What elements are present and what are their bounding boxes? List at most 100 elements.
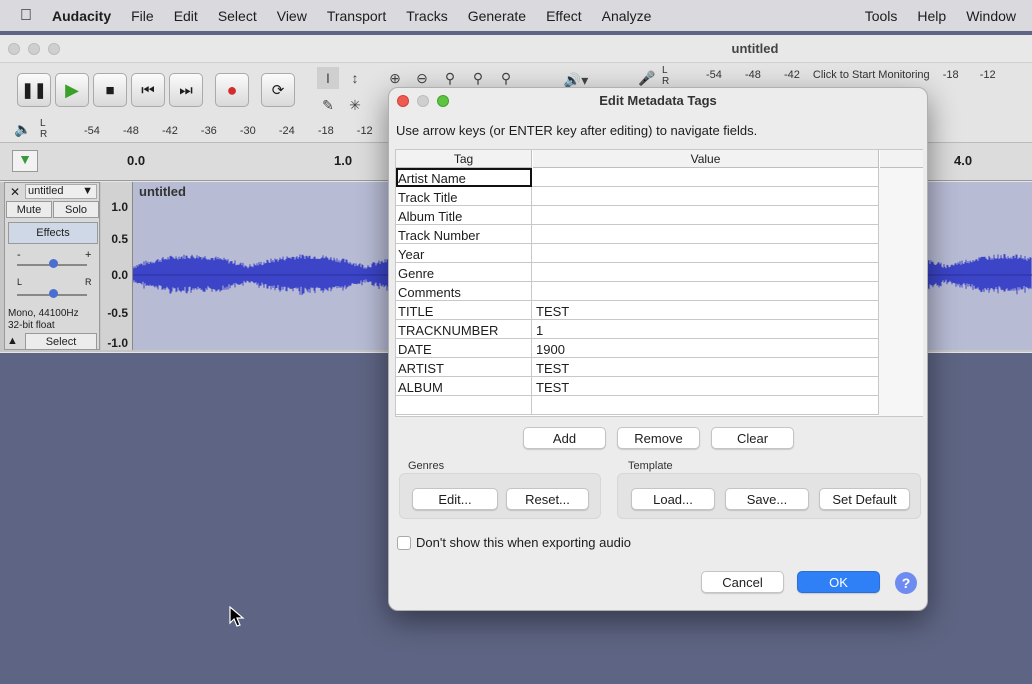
template-load-button[interactable]: Load... bbox=[631, 488, 715, 510]
collapse-track-icon[interactable]: ▲ bbox=[7, 335, 18, 347]
zoom-out-icon[interactable]: ⊖ bbox=[411, 67, 433, 89]
value-cell[interactable] bbox=[533, 244, 879, 263]
table-row[interactable]: Comments bbox=[396, 282, 879, 301]
playback-meter-scale[interactable]: -54 -48 -42 -36 -30 -24 -18 -12 bbox=[84, 125, 373, 137]
tag-cell[interactable]: ARTIST bbox=[396, 358, 532, 377]
value-cell[interactable]: 1900 bbox=[533, 339, 879, 358]
zoom-toggle-icon[interactable]: ⚲ bbox=[495, 67, 517, 89]
table-row[interactable]: TRACKNUMBER 1 bbox=[396, 320, 879, 339]
tag-cell[interactable]: DATE bbox=[396, 339, 532, 358]
draw-tool-icon[interactable]: ✎ bbox=[317, 94, 339, 116]
tag-cell[interactable]: Album Title bbox=[396, 206, 532, 225]
mute-button[interactable]: Mute bbox=[6, 201, 52, 218]
tag-column-header[interactable]: Tag bbox=[396, 150, 532, 168]
skip-end-button[interactable]: ⏭ bbox=[169, 73, 203, 107]
pause-button[interactable]: ❚❚ bbox=[17, 73, 51, 107]
value-cell[interactable] bbox=[533, 263, 879, 282]
ok-button[interactable]: OK bbox=[797, 571, 880, 593]
stop-button[interactable]: ■ bbox=[93, 73, 127, 107]
selection-tool-icon[interactable]: I bbox=[317, 67, 339, 89]
menu-file[interactable]: File bbox=[121, 8, 164, 24]
value-cell[interactable] bbox=[533, 187, 879, 206]
table-row[interactable]: TITLE TEST bbox=[396, 301, 879, 320]
menu-edit[interactable]: Edit bbox=[164, 8, 208, 24]
tag-cell[interactable]: Comments bbox=[396, 282, 532, 301]
close-track-icon[interactable]: ✕ bbox=[7, 185, 23, 199]
tag-cell[interactable]: Year bbox=[396, 244, 532, 263]
tag-cell[interactable]: Track Number bbox=[396, 225, 532, 244]
value-cell[interactable] bbox=[533, 282, 879, 301]
table-row[interactable]: Track Number bbox=[396, 225, 879, 244]
tag-cell[interactable]: TITLE bbox=[396, 301, 532, 320]
envelope-tool-icon[interactable]: ↕ bbox=[344, 67, 366, 89]
cancel-button[interactable]: Cancel bbox=[701, 571, 784, 593]
menu-select[interactable]: Select bbox=[208, 8, 267, 24]
value-cell[interactable]: TEST bbox=[533, 301, 879, 320]
gain-slider-handle[interactable] bbox=[49, 259, 58, 268]
solo-button[interactable]: Solo bbox=[53, 201, 99, 218]
value-cell[interactable] bbox=[533, 206, 879, 225]
value-cell[interactable] bbox=[533, 396, 879, 415]
value-cell[interactable] bbox=[533, 168, 879, 187]
menu-help[interactable]: Help bbox=[907, 8, 956, 24]
table-row[interactable]: Album Title bbox=[396, 206, 879, 225]
set-default-button[interactable]: Set Default bbox=[819, 488, 910, 510]
value-cell[interactable] bbox=[533, 225, 879, 244]
menu-tracks[interactable]: Tracks bbox=[396, 8, 457, 24]
tag-cell[interactable]: Artist Name bbox=[396, 168, 532, 187]
tag-cell[interactable] bbox=[396, 396, 532, 415]
value-cell[interactable]: TEST bbox=[533, 377, 879, 396]
menu-window[interactable]: Window bbox=[956, 8, 1032, 24]
stop-icon: ■ bbox=[105, 81, 115, 99]
menu-view[interactable]: View bbox=[267, 8, 317, 24]
multi-tool-icon[interactable]: ✳ bbox=[344, 94, 366, 116]
table-row[interactable]: Year bbox=[396, 244, 879, 263]
fit-selection-icon[interactable]: ⚲ bbox=[439, 67, 461, 89]
tag-cell[interactable]: ALBUM bbox=[396, 377, 532, 396]
table-row[interactable]: DATE 1900 bbox=[396, 339, 879, 358]
table-row[interactable]: ARTIST TEST bbox=[396, 358, 879, 377]
genres-label: Genres bbox=[408, 460, 445, 472]
record-button[interactable]: ● bbox=[215, 73, 249, 107]
zoom-in-icon[interactable]: ⊕ bbox=[384, 67, 406, 89]
fit-project-icon[interactable]: ⚲ bbox=[467, 67, 489, 89]
dont-show-checkbox[interactable] bbox=[397, 536, 411, 550]
effects-button[interactable]: Effects bbox=[8, 222, 98, 244]
app-menu[interactable]: Audacity bbox=[52, 8, 121, 24]
genres-reset-button[interactable]: Reset... bbox=[506, 488, 589, 510]
tag-cell[interactable]: Genre bbox=[396, 263, 532, 282]
menu-transport[interactable]: Transport bbox=[317, 8, 396, 24]
window-titlebar: untitled bbox=[0, 35, 1032, 63]
metadata-grid[interactable]: Tag Value Artist Name Track Title Album Ti… bbox=[395, 149, 923, 417]
table-row[interactable]: Genre bbox=[396, 263, 879, 282]
clear-button[interactable]: Clear bbox=[711, 427, 794, 449]
value-cell[interactable]: 1 bbox=[533, 320, 879, 339]
select-track-button[interactable]: Select bbox=[25, 333, 97, 350]
menu-analyze[interactable]: Analyze bbox=[592, 8, 662, 24]
record-icon: ● bbox=[226, 79, 238, 100]
menu-generate[interactable]: Generate bbox=[458, 8, 536, 24]
record-meter-scale[interactable]: -54 -48 -42 Click to Start Monitoring -1… bbox=[706, 69, 996, 81]
apple-menu-icon[interactable]:  bbox=[0, 7, 52, 25]
table-row[interactable]: Track Title bbox=[396, 187, 879, 206]
remove-button[interactable]: Remove bbox=[617, 427, 700, 449]
tag-cell[interactable]: TRACKNUMBER bbox=[396, 320, 532, 339]
genres-edit-button[interactable]: Edit... bbox=[412, 488, 498, 510]
play-button[interactable]: ▶ bbox=[55, 73, 89, 107]
table-row[interactable]: Artist Name bbox=[396, 168, 879, 187]
help-icon[interactable]: ? bbox=[895, 572, 917, 594]
table-row[interactable]: ALBUM TEST bbox=[396, 377, 879, 396]
track-name-menu[interactable]: untitled ▼ bbox=[25, 184, 97, 199]
loop-button[interactable]: ⟳ bbox=[261, 73, 295, 107]
menu-effect[interactable]: Effect bbox=[536, 8, 592, 24]
value-column-header[interactable]: Value bbox=[533, 150, 879, 168]
menu-tools[interactable]: Tools bbox=[855, 8, 908, 24]
skip-start-button[interactable]: ⏮ bbox=[131, 73, 165, 107]
add-button[interactable]: Add bbox=[523, 427, 606, 449]
template-save-button[interactable]: Save... bbox=[725, 488, 809, 510]
pan-slider-handle[interactable] bbox=[49, 289, 58, 298]
tag-cell[interactable]: Track Title bbox=[396, 187, 532, 206]
value-cell[interactable]: TEST bbox=[533, 358, 879, 377]
timeline-options-icon[interactable]: ▼ bbox=[12, 150, 38, 172]
table-row[interactable] bbox=[396, 396, 879, 415]
